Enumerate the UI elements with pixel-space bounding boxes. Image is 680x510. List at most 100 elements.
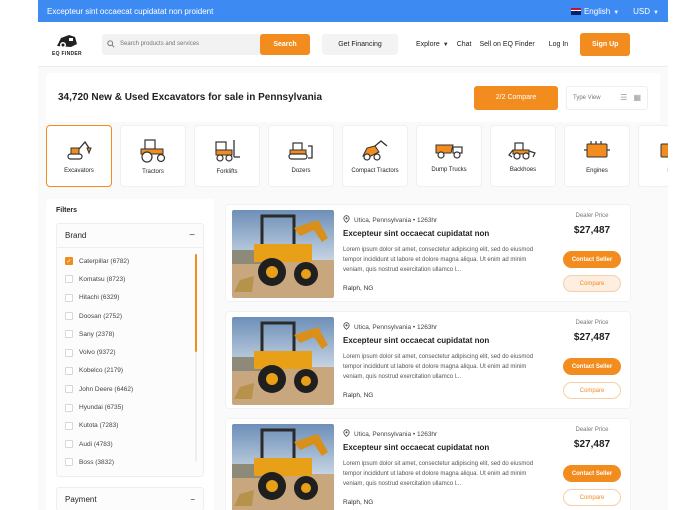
language-label: English bbox=[583, 6, 611, 16]
listing-title[interactable]: Excepteur sint occaecat cupidatat non bbox=[343, 443, 489, 452]
brand-option[interactable]: Kutota (7283) bbox=[65, 417, 195, 435]
brand-list-scrollbar[interactable] bbox=[195, 254, 197, 462]
payment-filter-title: Payment bbox=[65, 494, 97, 504]
filters-panel: Filters Brand − ✓ Caterpillar (6782) Komat… bbox=[46, 199, 214, 510]
brand-option[interactable]: Boss (3832) bbox=[65, 453, 195, 471]
list-view-icon[interactable]: ☰ bbox=[620, 93, 627, 102]
compare-listing-button[interactable]: Compare bbox=[563, 382, 621, 399]
brand-option[interactable]: ✓ Caterpillar (6782) bbox=[65, 252, 195, 270]
category-label: Forklifts bbox=[216, 169, 238, 175]
brand-filter-title: Brand bbox=[65, 231, 87, 240]
brand-option-label: Sany (2378) bbox=[79, 330, 115, 338]
page: Excepteur sint occaecat cupidatat non pr… bbox=[38, 0, 668, 510]
checkbox[interactable] bbox=[65, 312, 73, 321]
listing-location: Utica, Pennsylvania • 1263hr bbox=[343, 215, 437, 225]
checkbox[interactable] bbox=[65, 330, 73, 339]
checkbox[interactable]: ✓ bbox=[65, 257, 73, 266]
brand-option[interactable]: Volvo (9372) bbox=[65, 343, 195, 361]
dozer-icon bbox=[288, 142, 313, 160]
announcement-bar: Excepteur sint occaecat cupidatat non pr… bbox=[38, 0, 668, 22]
listing-location: Utica, Pennsylvania • 1263hr bbox=[343, 429, 437, 439]
category-dozers[interactable]: Dozers bbox=[268, 125, 334, 187]
checkbox[interactable] bbox=[65, 421, 73, 430]
listing-title[interactable]: Excepteur sint occaecat cupidatat non bbox=[343, 336, 489, 345]
listing-card[interactable]: Utica, Pennsylvania • 1263hr Excepteur s… bbox=[225, 311, 631, 409]
grid-view-icon[interactable]: ▦ bbox=[633, 93, 641, 102]
category-label: Dozers bbox=[291, 168, 311, 174]
nav-chat[interactable]: Chat bbox=[457, 41, 472, 48]
brand-option[interactable]: Audi (4783) bbox=[65, 435, 195, 453]
checkbox[interactable] bbox=[65, 366, 73, 375]
location-pin-icon bbox=[343, 322, 350, 332]
category-dump-trucks[interactable]: Dump Trucks bbox=[416, 125, 482, 187]
checkbox[interactable] bbox=[65, 440, 73, 449]
compare-listing-button[interactable]: Compare bbox=[563, 489, 621, 506]
listing-title[interactable]: Excepteur sint occaecat cupidatat non bbox=[343, 229, 489, 238]
announcement-text: Excepteur sint occaecat cupidatat non pr… bbox=[47, 6, 214, 16]
category-engines-2[interactable]: En bbox=[638, 125, 668, 187]
listing-image[interactable] bbox=[232, 210, 334, 298]
checkbox[interactable] bbox=[65, 403, 73, 412]
nav-sell[interactable]: Sell on EQ Finder bbox=[479, 41, 534, 48]
checkbox[interactable] bbox=[65, 385, 73, 394]
listing-price: $27,487 bbox=[573, 225, 611, 236]
page-title: 34,720 New & Used Excavators for sale in… bbox=[58, 92, 323, 103]
listing-image[interactable] bbox=[232, 424, 334, 510]
collapse-icon[interactable]: − bbox=[189, 230, 195, 241]
category-backhoes[interactable]: Backhoes bbox=[490, 125, 556, 187]
signup-button[interactable]: Sign Up bbox=[580, 32, 631, 56]
category-compact-tractors[interactable]: Compact Tractors bbox=[342, 125, 408, 187]
category-forklifts[interactable]: Forklifts bbox=[194, 125, 260, 187]
brand-option[interactable]: Sany (2378) bbox=[65, 325, 195, 343]
brand-option-label: Boss (3832) bbox=[79, 458, 115, 466]
price-label: Dealer Price bbox=[575, 320, 609, 326]
get-financing-button[interactable]: Get Financing bbox=[322, 33, 398, 55]
listing-card[interactable]: Utica, Pennsylvania • 1263hr Excepteur s… bbox=[225, 418, 631, 510]
category-engines[interactable]: Engines bbox=[564, 125, 630, 187]
brand-option-label: Kobelco (2179) bbox=[79, 367, 124, 375]
brand-option[interactable]: Hitachi (6329) bbox=[65, 289, 195, 307]
checkbox[interactable] bbox=[65, 348, 73, 357]
currency-selector[interactable]: USD ▼ bbox=[633, 7, 659, 16]
category-label: Backhoes bbox=[509, 167, 537, 173]
brand-option[interactable]: Hyundai (6735) bbox=[65, 398, 195, 416]
brand-option[interactable]: Doosan (2752) bbox=[65, 307, 195, 325]
brand-option[interactable]: Komatsu (8723) bbox=[65, 270, 195, 288]
nav-explore[interactable]: Explore ▼ bbox=[416, 41, 449, 48]
compact-tractor-icon bbox=[362, 140, 388, 161]
brand-option-label: Audi (4783) bbox=[79, 440, 113, 448]
location-text: Utica, Pennsylvania • 1263hr bbox=[354, 216, 438, 224]
brand-option-label: Doosan (2752) bbox=[79, 312, 122, 320]
contact-seller-button[interactable]: Contact Seller bbox=[563, 251, 621, 268]
login-link[interactable]: Log In bbox=[549, 41, 568, 48]
search-button[interactable]: Search bbox=[260, 33, 310, 55]
contact-seller-button[interactable]: Contact Seller bbox=[563, 358, 621, 375]
location-pin-icon bbox=[343, 215, 350, 225]
location-text: Utica, Pennsylvania • 1263hr bbox=[354, 430, 438, 438]
logo[interactable]: EQ FINDER bbox=[46, 32, 88, 57]
brand-filter-header[interactable]: Brand − bbox=[57, 224, 203, 248]
category-label: Tractors bbox=[142, 169, 164, 175]
category-excavators[interactable]: Excavators bbox=[46, 125, 112, 187]
brand-option[interactable]: John Deere (6462) bbox=[65, 380, 195, 398]
category-tractors[interactable]: Tractors bbox=[120, 125, 186, 187]
search-icon bbox=[102, 40, 120, 48]
payment-filter-header[interactable]: Payment − bbox=[56, 487, 204, 510]
search-input[interactable]: Search products and services bbox=[120, 41, 260, 47]
checkbox[interactable] bbox=[65, 458, 73, 467]
contact-seller-button[interactable]: Contact Seller bbox=[563, 465, 621, 482]
filters-title: Filters bbox=[56, 207, 78, 214]
header: EQ FINDER Search products and services S… bbox=[38, 22, 668, 67]
brand-option[interactable]: Kobelco (2179) bbox=[65, 362, 195, 380]
compare-button[interactable]: 2/2 Compare bbox=[474, 85, 558, 110]
scrollbar-thumb[interactable] bbox=[195, 254, 197, 352]
listing-seller: Ralph, NG bbox=[343, 285, 374, 292]
listing-image[interactable] bbox=[232, 317, 334, 405]
price-label: Dealer Price bbox=[575, 213, 609, 219]
compare-listing-button[interactable]: Compare bbox=[563, 275, 621, 292]
checkbox[interactable] bbox=[65, 275, 73, 284]
listing-card[interactable]: Utica, Pennsylvania • 1263hr Excepteur s… bbox=[225, 204, 631, 302]
collapse-icon[interactable]: − bbox=[190, 495, 195, 504]
checkbox[interactable] bbox=[65, 293, 73, 302]
language-selector[interactable]: English ▼ bbox=[570, 6, 619, 16]
